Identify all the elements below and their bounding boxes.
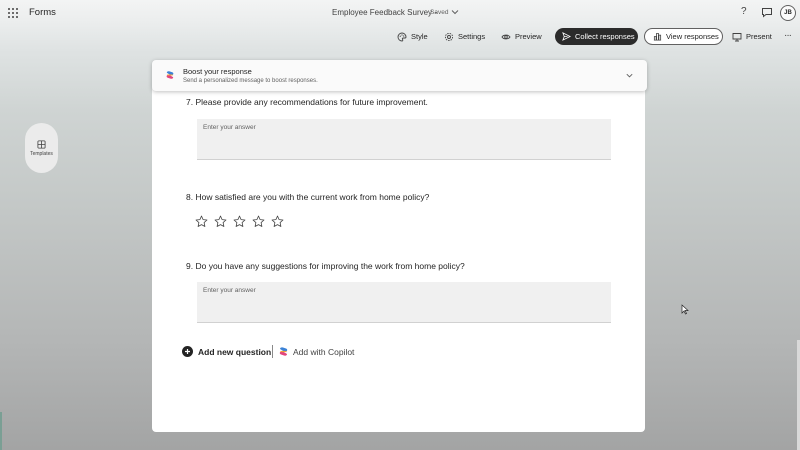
help-icon[interactable]: ? xyxy=(741,6,747,17)
question-text: How satisfied are you with the current w… xyxy=(195,192,430,202)
palette-icon xyxy=(397,32,407,41)
add-with-copilot-label: Add with Copilot xyxy=(293,346,355,357)
style-button[interactable]: Style xyxy=(397,29,428,44)
view-responses-button[interactable]: View responses xyxy=(644,28,723,45)
star-icon[interactable] xyxy=(214,215,227,228)
settings-label: Settings xyxy=(458,32,486,41)
chevron-down-icon[interactable] xyxy=(450,7,460,17)
document-title[interactable]: Employee Feedback Survey - xyxy=(332,8,437,17)
star-icon[interactable] xyxy=(271,215,284,228)
question-text: Do you have any suggestions for improvin… xyxy=(195,261,465,271)
preview-button[interactable]: Preview xyxy=(501,29,542,44)
bar-chart-icon xyxy=(653,32,662,41)
boost-response-banner[interactable]: Boost your response Send a personalized … xyxy=(152,60,647,91)
window-edge xyxy=(0,412,2,450)
present-button[interactable]: Present xyxy=(732,29,772,44)
save-status: Saved xyxy=(430,9,449,16)
app-launcher-icon[interactable] xyxy=(8,8,18,18)
question-9-title: 9. Do you have any suggestions for impro… xyxy=(186,261,465,271)
question-8-title: 8. How satisfied are you with the curren… xyxy=(186,192,429,202)
answer-placeholder: Enter your answer xyxy=(203,124,256,131)
star-icon[interactable] xyxy=(195,215,208,228)
document-title-text: Employee Feedback Survey xyxy=(332,8,433,17)
divider xyxy=(272,345,273,358)
form-canvas xyxy=(152,62,645,432)
collect-responses-button[interactable]: Collect responses xyxy=(555,28,638,45)
eye-icon xyxy=(501,34,511,39)
add-circle-icon xyxy=(182,346,193,357)
settings-button[interactable]: Settings xyxy=(444,29,485,44)
question-7-answer-input[interactable]: Enter your answer xyxy=(197,119,611,160)
avatar[interactable]: JB xyxy=(780,5,796,21)
copilot-icon xyxy=(166,71,174,79)
question-number: 8. xyxy=(186,192,194,202)
answer-placeholder: Enter your answer xyxy=(203,287,256,294)
boost-title: Boost your response xyxy=(183,67,252,76)
templates-button[interactable]: Templates xyxy=(25,123,58,173)
star-icon[interactable] xyxy=(233,215,246,228)
mouse-cursor-icon xyxy=(681,304,689,315)
question-number: 9. xyxy=(186,261,194,271)
app-name[interactable]: Forms xyxy=(29,7,56,18)
question-9-answer-input[interactable]: Enter your answer xyxy=(197,282,611,323)
present-label: Present xyxy=(746,32,772,41)
templates-icon xyxy=(37,139,46,149)
star-icon[interactable] xyxy=(252,215,265,228)
question-8-rating xyxy=(195,215,290,228)
chevron-down-icon[interactable] xyxy=(625,71,634,80)
add-new-question-label: Add new question xyxy=(198,346,272,357)
chat-icon[interactable] xyxy=(761,7,773,18)
add-new-question-button[interactable]: Add new question xyxy=(182,346,271,357)
gear-icon xyxy=(444,32,454,41)
present-icon xyxy=(732,32,742,41)
question-7-title: 7. Please provide any recommendations fo… xyxy=(186,97,428,107)
top-bar: Forms Employee Feedback Survey - Saved ?… xyxy=(0,0,800,26)
preview-label: Preview xyxy=(515,32,542,41)
templates-label: Templates xyxy=(30,150,53,157)
question-number: 7. xyxy=(186,97,194,107)
question-text: Please provide any recommendations for f… xyxy=(195,97,428,107)
collect-responses-label: Collect responses xyxy=(575,32,635,41)
view-responses-label: View responses xyxy=(666,32,719,41)
more-options-icon[interactable]: ··· xyxy=(784,30,792,41)
copilot-icon xyxy=(279,347,288,356)
add-with-copilot-button[interactable]: Add with Copilot xyxy=(278,346,354,357)
style-label: Style xyxy=(411,32,428,41)
boost-subtitle: Send a personalized message to boost res… xyxy=(183,78,318,84)
send-icon xyxy=(562,32,571,41)
